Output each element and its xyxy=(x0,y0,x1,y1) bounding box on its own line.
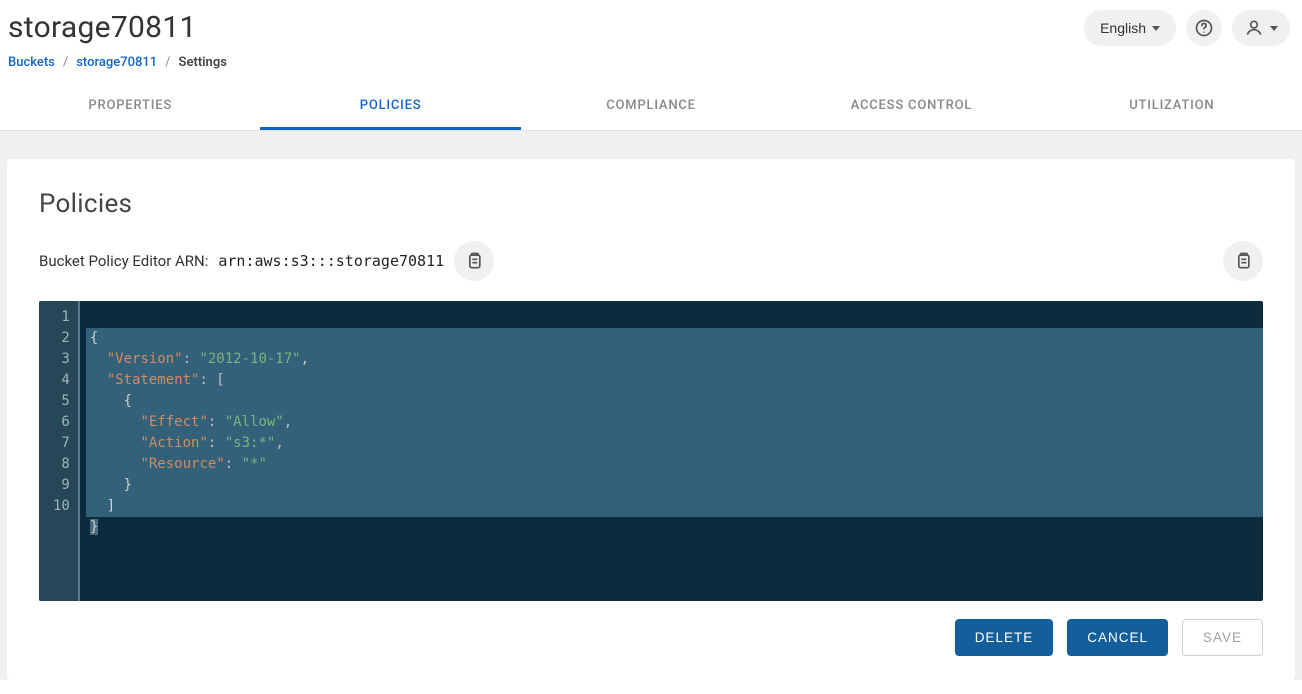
line-number: 2 xyxy=(53,328,70,349)
code-token: } xyxy=(90,477,132,493)
policy-editor[interactable]: 1 2 3 4 5 6 7 8 9 10 { "Version": "2012-… xyxy=(39,301,1263,601)
code-token: "Allow" xyxy=(225,414,284,430)
breadcrumb-current: Settings xyxy=(179,55,227,70)
code-token: "Action" xyxy=(140,435,207,451)
code-token: "Version" xyxy=(107,351,183,367)
breadcrumb-bucket-link[interactable]: storage70811 xyxy=(76,55,157,70)
editor-content[interactable]: { "Version": "2012-10-17", "Statement": … xyxy=(80,301,1263,601)
code-token: { xyxy=(90,393,132,409)
code-token: { xyxy=(90,330,98,346)
code-token: } xyxy=(90,519,98,535)
language-selector[interactable]: English xyxy=(1084,10,1176,46)
line-number: 10 xyxy=(53,496,70,517)
help-icon xyxy=(1194,18,1214,38)
tab-policies[interactable]: POLICIES xyxy=(260,82,520,130)
chevron-down-icon xyxy=(1270,26,1278,31)
copy-arn-button[interactable] xyxy=(454,241,494,281)
arn-value: arn:aws:s3:::storage70811 xyxy=(218,252,444,270)
save-button: SAVE xyxy=(1182,619,1263,656)
tab-properties[interactable]: PROPERTIES xyxy=(0,82,260,130)
code-token: : xyxy=(208,414,225,430)
code-token: "s3:*" xyxy=(225,435,276,451)
code-token: : xyxy=(208,435,225,451)
header-controls: English xyxy=(1084,10,1290,46)
help-button[interactable] xyxy=(1186,10,1222,46)
line-number: 7 xyxy=(53,433,70,454)
line-number: 9 xyxy=(53,475,70,496)
code-token: "Resource" xyxy=(140,456,224,472)
clipboard-icon xyxy=(464,251,484,271)
line-number: 3 xyxy=(53,349,70,370)
tabs-bar: PROPERTIES POLICIES COMPLIANCE ACCESS CO… xyxy=(0,82,1302,131)
code-token: , xyxy=(301,351,309,367)
chevron-down-icon xyxy=(1152,26,1160,31)
language-label: English xyxy=(1100,20,1146,36)
breadcrumb-separator: / xyxy=(165,55,170,70)
breadcrumb-buckets-link[interactable]: Buckets xyxy=(8,55,55,70)
line-number: 8 xyxy=(53,454,70,475)
line-number: 6 xyxy=(53,412,70,433)
account-menu[interactable] xyxy=(1232,10,1290,46)
section-title: Policies xyxy=(39,189,1263,219)
code-token: : [ xyxy=(199,372,224,388)
action-row: DELETE CANCEL SAVE xyxy=(39,601,1263,656)
line-number: 4 xyxy=(53,370,70,391)
line-number: 5 xyxy=(53,391,70,412)
clipboard-icon xyxy=(1233,251,1253,271)
code-token: "Effect" xyxy=(140,414,207,430)
code-token: "*" xyxy=(242,456,267,472)
line-number: 1 xyxy=(53,307,70,328)
breadcrumb-separator: / xyxy=(63,55,68,70)
copy-policy-button[interactable] xyxy=(1223,241,1263,281)
tab-access-control[interactable]: ACCESS CONTROL xyxy=(781,82,1041,130)
page-title: storage70811 xyxy=(8,10,1084,45)
tab-compliance[interactable]: COMPLIANCE xyxy=(521,82,781,130)
breadcrumb: Buckets / storage70811 / Settings xyxy=(8,55,1084,82)
code-token: "Statement" xyxy=(107,372,200,388)
tab-utilization[interactable]: UTILIZATION xyxy=(1042,82,1302,130)
code-token: ] xyxy=(90,498,115,514)
code-token: : xyxy=(183,351,200,367)
editor-gutter: 1 2 3 4 5 6 7 8 9 10 xyxy=(39,301,80,601)
arn-label: Bucket Policy Editor ARN: xyxy=(39,252,208,270)
code-token: : xyxy=(225,456,242,472)
policies-card: Policies Bucket Policy Editor ARN: arn:a… xyxy=(7,159,1295,680)
code-token: , xyxy=(284,414,292,430)
cancel-button[interactable]: CANCEL xyxy=(1067,619,1168,656)
code-token: "2012-10-17" xyxy=(199,351,300,367)
code-token: , xyxy=(275,435,283,451)
user-icon xyxy=(1244,18,1264,38)
delete-button[interactable]: DELETE xyxy=(955,619,1054,656)
